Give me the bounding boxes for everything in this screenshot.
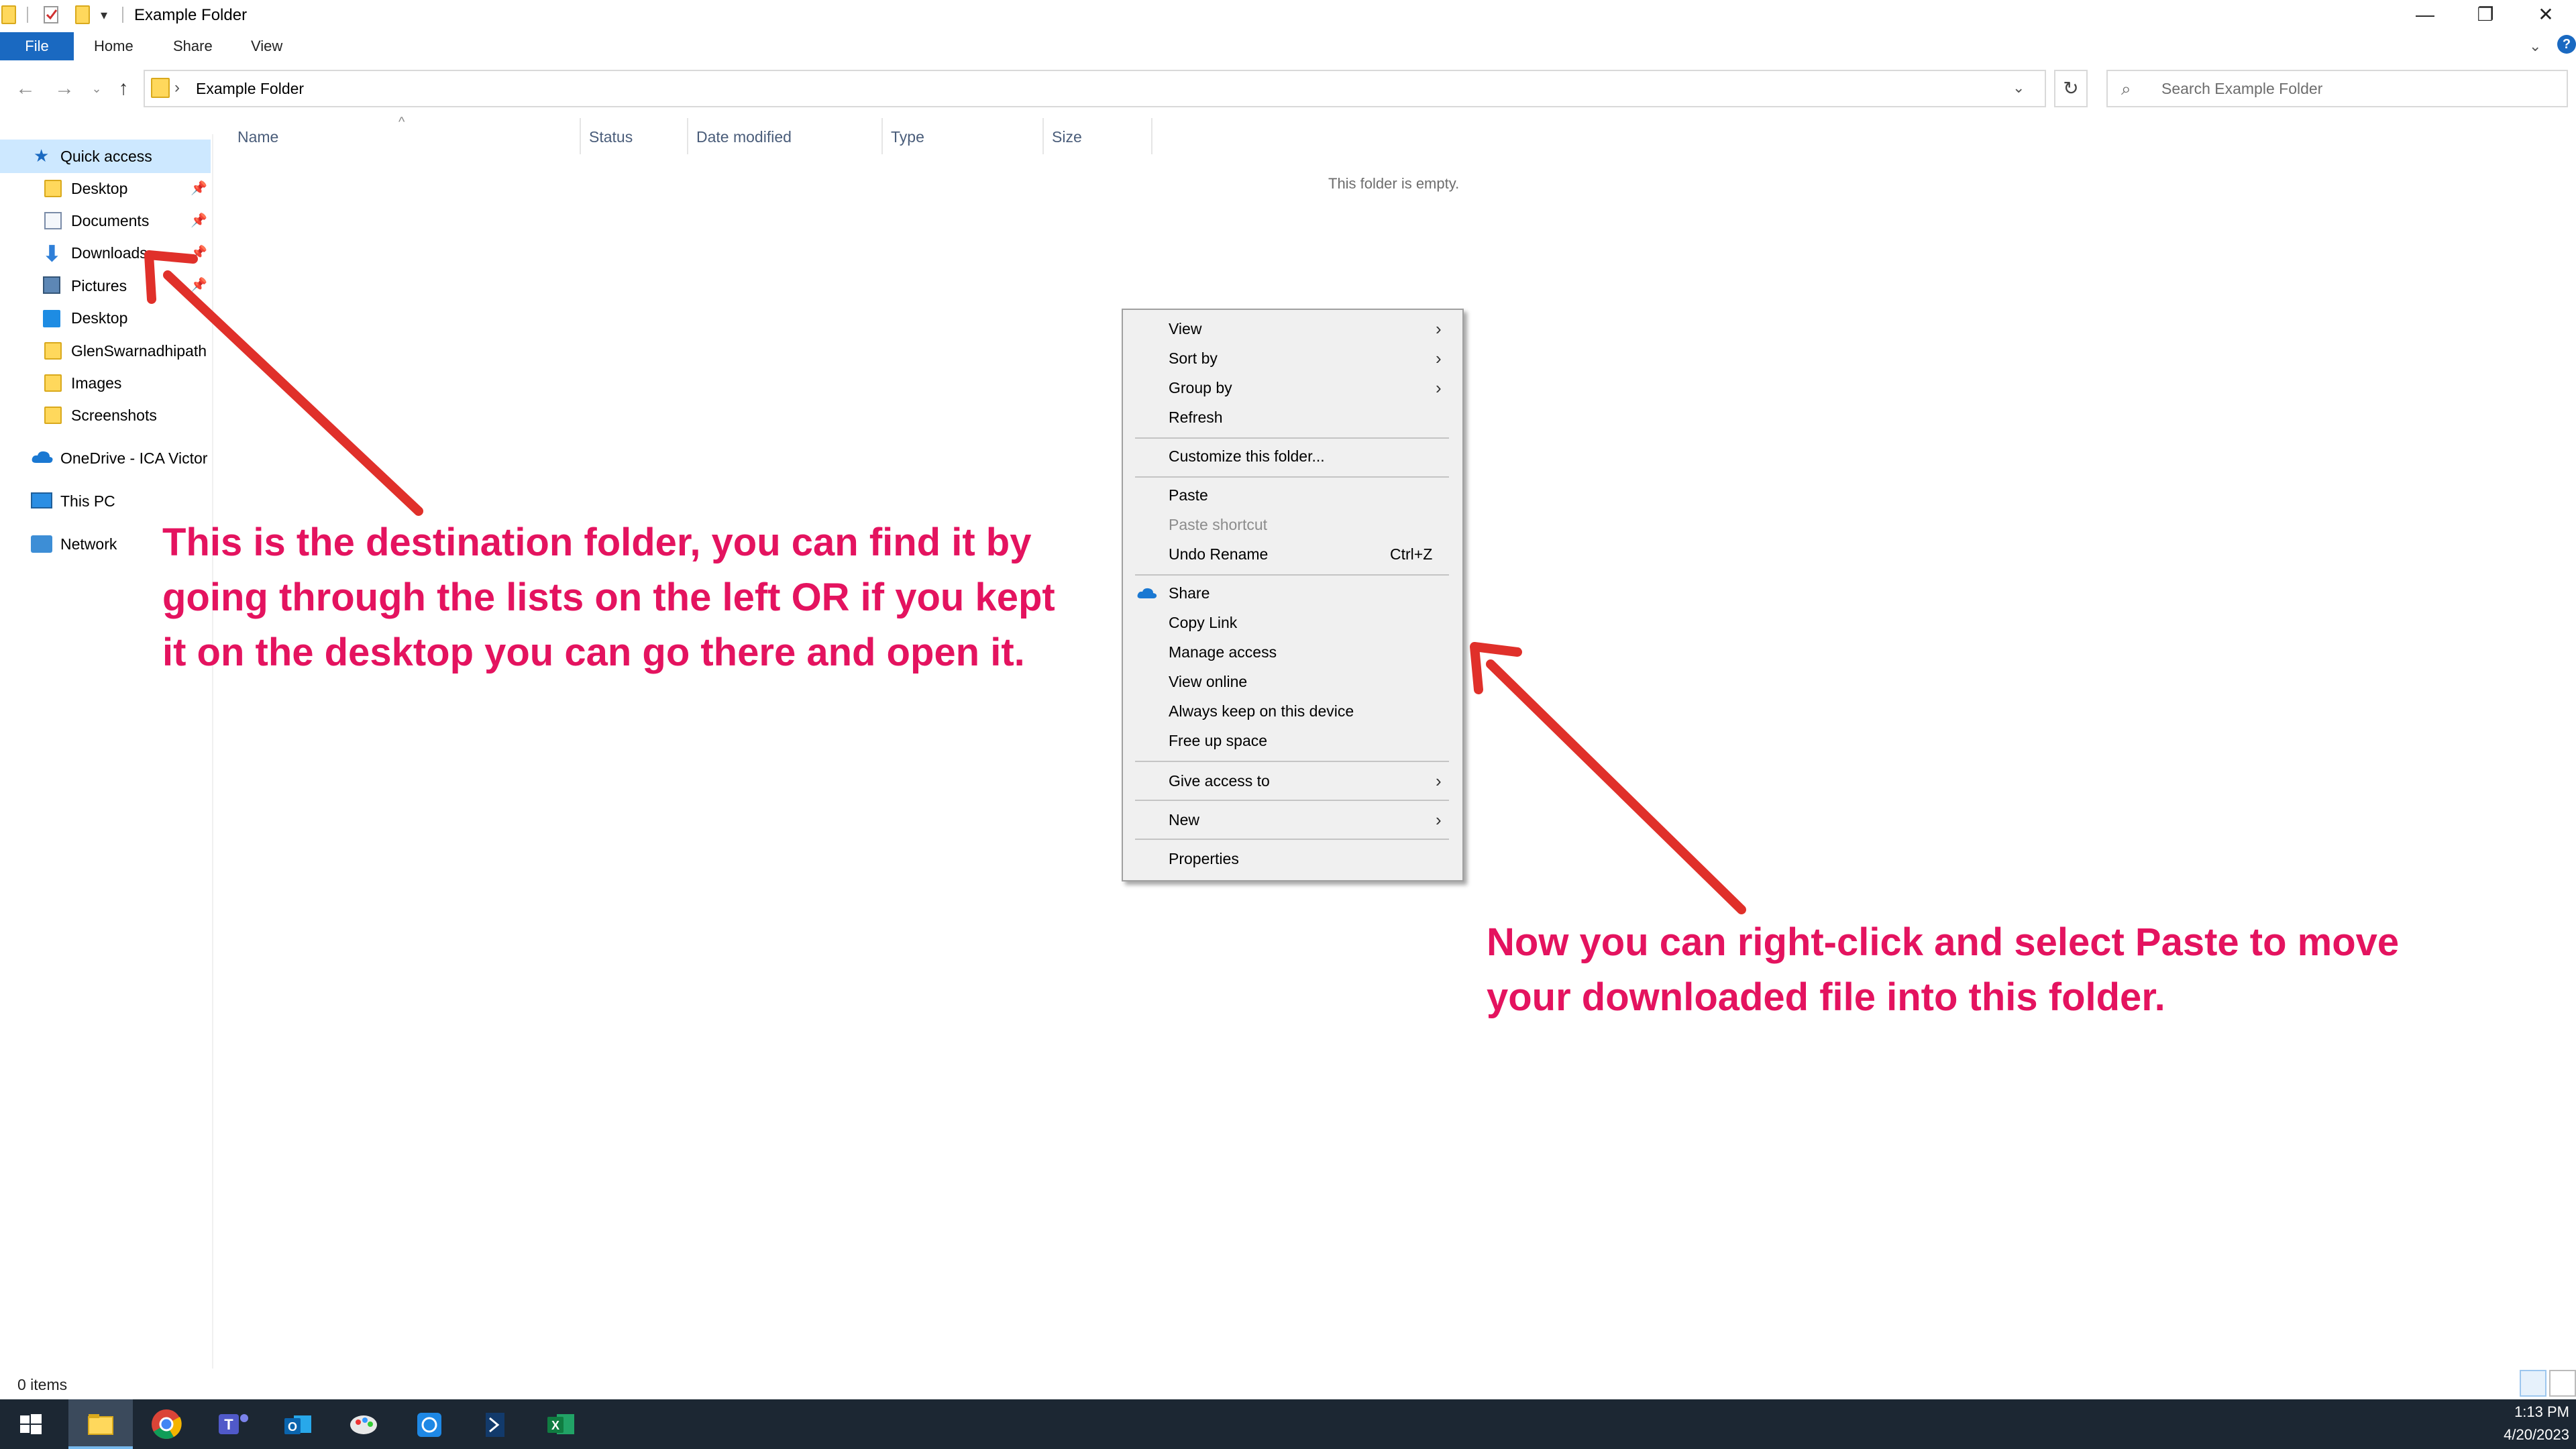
annotation-arrows xyxy=(144,250,1746,914)
excel-icon[interactable]: X xyxy=(530,1403,592,1445)
arrow-to-context-menu xyxy=(1470,642,1746,914)
annotation-right-line-1: Now you can right-click and select Paste… xyxy=(1487,920,2400,964)
taskbar-clock[interactable]: 1:13 PM 4/20/2023 xyxy=(2482,1401,2569,1446)
clock-time: 1:13 PM xyxy=(2514,1403,2569,1420)
clock-date: 4/20/2023 xyxy=(2504,1426,2569,1443)
teams-icon[interactable]: T xyxy=(201,1403,263,1445)
app-icon[interactable] xyxy=(398,1403,460,1445)
svg-text:O: O xyxy=(288,1420,297,1434)
svg-text:X: X xyxy=(551,1419,559,1432)
powershell-icon[interactable] xyxy=(464,1403,526,1445)
details-view-icon[interactable] xyxy=(2520,1370,2546,1397)
paint-icon[interactable] xyxy=(333,1403,394,1445)
annotation-left-line-3: it on the desktop you can go there and o… xyxy=(162,631,1025,674)
outlook-icon[interactable]: O xyxy=(267,1403,329,1445)
large-icons-view-icon[interactable] xyxy=(2549,1370,2576,1397)
annotation-left-line-1: This is the destination folder, you can … xyxy=(162,521,1032,564)
status-item-count: 0 items xyxy=(17,1376,68,1393)
chrome-icon[interactable] xyxy=(136,1403,197,1445)
file-explorer-icon[interactable] xyxy=(70,1403,131,1445)
annotation-left-line-2: going through the lists on the left OR i… xyxy=(162,576,1055,619)
svg-text:T: T xyxy=(224,1416,233,1433)
arrow-to-nav-pane xyxy=(144,250,423,516)
start-icon[interactable] xyxy=(0,1403,62,1445)
annotation-right-line-2: your downloaded file into this folder. xyxy=(1487,975,2165,1019)
